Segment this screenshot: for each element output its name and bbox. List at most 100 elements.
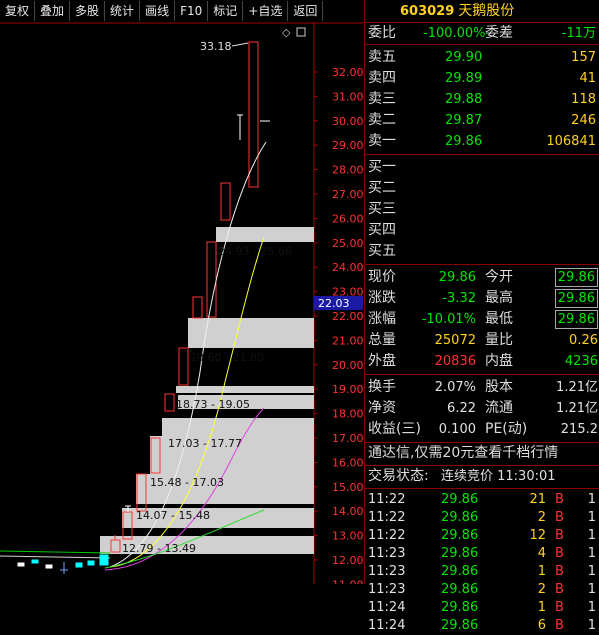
toolbar-button-7[interactable]: +自选 xyxy=(243,1,289,21)
price-tick-label: 31.00 xyxy=(332,90,363,103)
trade-time: 11:24 xyxy=(368,618,406,633)
trade-price: 29.86 xyxy=(441,600,479,615)
fundamental-value: 6.22 xyxy=(447,401,476,416)
trade-volume: 4 xyxy=(537,546,546,561)
quote-row: 现价 29.86 今开 29.86 xyxy=(365,267,599,288)
trade-side: B xyxy=(555,546,564,561)
ask-row: 卖三 29.88 118 xyxy=(365,89,599,110)
trade-price: 29.86 xyxy=(441,546,479,561)
price-tick-label: 14.00 xyxy=(332,505,363,518)
ask-volume: 157 xyxy=(571,50,596,65)
trade-row: 11:23 29.86 4 B 1 xyxy=(365,545,599,563)
bid-label: 买五 xyxy=(368,243,396,259)
quote-value: 25072 xyxy=(434,333,476,348)
kline-chart[interactable]: 32.00 31.00 30.00 29.00 28.00 27.00 26.00 25.00… xyxy=(0,22,363,584)
ask-volume: 246 xyxy=(571,113,596,128)
chip-range-label: 12.79 - 13.49 xyxy=(122,542,196,555)
trade-side: B xyxy=(555,618,564,633)
quote-label: 最高 xyxy=(485,290,513,306)
price-tick-label: 17.00 xyxy=(332,432,363,445)
diff-value: -11万 xyxy=(561,26,596,41)
price-tick-label: 15.00 xyxy=(332,481,363,494)
trade-count: 1 xyxy=(587,492,596,507)
ask-row: 卖二 29.87 246 xyxy=(365,110,599,131)
fundamental-row: 换手 2.07% 股本 1.21亿 xyxy=(365,377,599,398)
trade-volume: 6 xyxy=(537,618,546,633)
toolbar-button-4[interactable]: 画线 xyxy=(140,1,176,21)
trade-count: 1 xyxy=(587,510,596,525)
ask-price: 29.88 xyxy=(445,92,483,107)
fundamental-label: 收益(三) xyxy=(368,421,421,437)
price-tick-label: 13.00 xyxy=(332,530,363,543)
toolbar-button-5[interactable]: F10 xyxy=(175,1,209,21)
toolbar-button-6[interactable]: 标记 xyxy=(208,1,244,21)
ask-volume: 106841 xyxy=(546,134,596,149)
trade-price: 29.86 xyxy=(441,528,479,543)
bid-label: 买二 xyxy=(368,180,396,196)
order-ratio-row: 委比 -100.00% 委差 -11万 xyxy=(365,23,599,45)
trade-ticks: 11:22 29.86 21 B 1 11:22 29.86 2 B 1 11:22 29.86 12 B… xyxy=(365,489,599,635)
toolbar-button-1[interactable]: 叠加 xyxy=(35,1,71,21)
status-label: 交易状态: xyxy=(368,468,429,484)
status-row: 交易状态: 连续竞价 11:30:01 xyxy=(365,466,599,489)
notice-text[interactable]: 通达信,仅需20元查看千档行情 xyxy=(368,443,558,464)
diff-label: 委差 xyxy=(485,25,513,41)
quote-row: 涨幅 -10.01% 最低 29.86 xyxy=(365,309,599,330)
bid-label: 买一 xyxy=(368,159,396,175)
trade-side: B xyxy=(555,600,564,615)
trade-price: 29.86 xyxy=(441,492,479,507)
stock-code: 603029 xyxy=(400,4,455,19)
trade-time: 11:22 xyxy=(368,510,406,525)
trade-time: 11:24 xyxy=(368,600,406,615)
trade-count: 1 xyxy=(587,618,596,633)
bid-row: 买四 xyxy=(365,220,599,241)
ask-levels: 卖五 29.90 157 卖四 29.89 41 卖三 29.88 118 卖二 29.87 246 卖… xyxy=(365,45,599,155)
ask-price: 29.90 xyxy=(445,50,483,65)
bid-row: 买二 xyxy=(365,178,599,199)
chip-range-label: 15.48 - 17.03 xyxy=(150,476,224,489)
ask-row: 卖五 29.90 157 xyxy=(365,47,599,68)
trade-volume: 12 xyxy=(529,528,546,543)
ask-price: 29.87 xyxy=(445,113,483,128)
quote-row: 总量 25072 量比 0.26 xyxy=(365,330,599,351)
quote-label: 最低 xyxy=(485,311,513,327)
chart-toolbar: 复权 叠加 多股 统计 画线 F10 标记 +自选 返回 xyxy=(0,0,363,22)
bid-row: 买三 xyxy=(365,199,599,220)
ask-price: 29.86 xyxy=(445,134,483,149)
toolbar-button-8[interactable]: 返回 xyxy=(288,1,324,21)
bid-label: 买三 xyxy=(368,201,396,217)
ask-label: 卖三 xyxy=(368,91,396,107)
trade-volume: 1 xyxy=(537,564,546,579)
trade-count: 1 xyxy=(587,564,596,579)
fundamental-value: 1.21亿 xyxy=(556,380,598,395)
toolbar-button-2[interactable]: 多股 xyxy=(70,1,106,21)
toolbar-button-3[interactable]: 统计 xyxy=(105,1,141,21)
quote-label: 今开 xyxy=(485,269,513,285)
trade-volume: 2 xyxy=(537,510,546,525)
trade-side: B xyxy=(555,492,564,507)
high-price-label: 33.18 xyxy=(200,40,232,53)
notice-row[interactable]: 通达信,仅需20元查看千档行情 xyxy=(365,443,599,466)
price-tick-label: 24.00 xyxy=(332,261,363,274)
price-tick-label: 12.00 xyxy=(332,554,363,567)
quote-value: 29.86 xyxy=(554,310,598,329)
quote-label: 量比 xyxy=(485,332,513,348)
trade-price: 29.86 xyxy=(441,618,479,633)
ratio-label: 委比 xyxy=(368,25,396,41)
trade-row: 11:22 29.86 2 B 1 xyxy=(365,509,599,527)
ask-label: 卖二 xyxy=(368,112,396,128)
trade-time: 11:23 xyxy=(368,546,406,561)
quote-value: 29.86 xyxy=(554,268,598,287)
quote-stats: 现价 29.86 今开 29.86 涨跌 -3.32 最高 29.86 涨幅 -10.01% 最低 2… xyxy=(365,265,599,375)
chip-range-label: 18.73 - 19.05 xyxy=(176,398,250,411)
quote-row: 外盘 20836 内盘 4236 xyxy=(365,351,599,372)
price-tick-label: 20.00 xyxy=(332,359,363,372)
price-tick-label: 26.00 xyxy=(332,212,363,225)
trade-price: 29.86 xyxy=(441,564,479,579)
diamond-icon[interactable]: ◇ xyxy=(282,26,291,39)
price-tick-label: 27.00 xyxy=(332,188,363,201)
fundamentals: 换手 2.07% 股本 1.21亿 净资 6.22 流通 1.21亿 收益(三) 0.100 PE(… xyxy=(365,375,599,443)
trade-row: 11:24 29.86 6 B 1 xyxy=(365,617,599,635)
toolbar-button-0[interactable]: 复权 xyxy=(0,1,36,21)
price-tick-label: 28.00 xyxy=(332,164,363,177)
